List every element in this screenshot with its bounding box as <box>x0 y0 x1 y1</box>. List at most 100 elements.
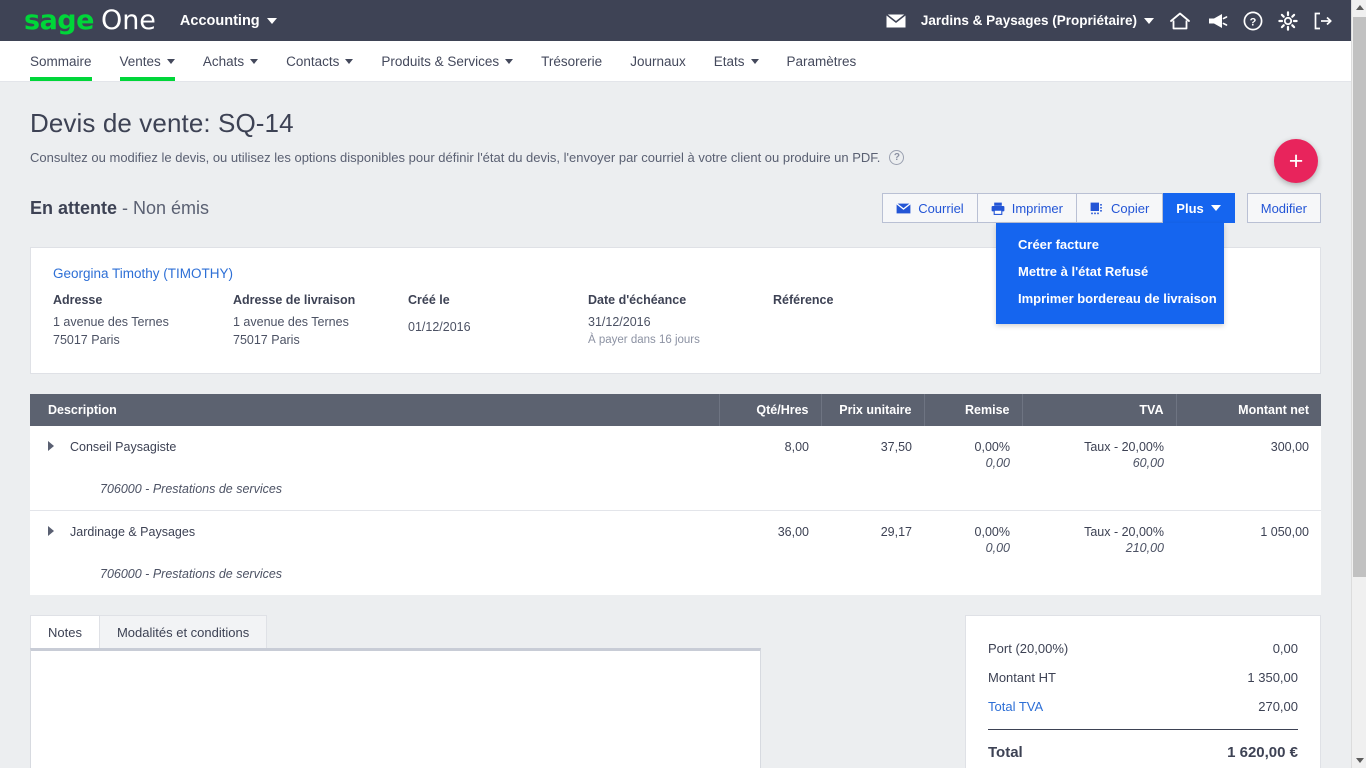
page-content: + Devis de vente: SQ-14 Consultez ou mod… <box>0 82 1351 768</box>
menu-item-create-invoice[interactable]: Créer facture <box>996 231 1224 258</box>
page-scrollbar[interactable] <box>1351 0 1366 768</box>
action-button-group: Courriel Imprimer <box>882 193 1321 223</box>
more-button[interactable]: Plus <box>1163 193 1234 223</box>
cell-ledger-account: 706000 - Prestations de services <box>30 472 1321 510</box>
delivery-address-label: Adresse de livraison <box>233 293 408 307</box>
printer-icon <box>991 202 1005 215</box>
created-date-value: 01/12/2016 <box>408 318 588 336</box>
nav-item-produits-services[interactable]: Produits & Services <box>367 41 527 81</box>
nav-item-0[interactable]: Sommaire <box>16 41 106 81</box>
app-switcher-dropdown[interactable]: Accounting <box>180 13 277 29</box>
help-circle-icon[interactable]: ? <box>1243 11 1263 31</box>
nav-label: Contacts <box>286 54 339 69</box>
address-line-2: 75017 Paris <box>53 331 233 349</box>
app-switcher-label: Accounting <box>180 13 260 29</box>
add-new-button[interactable]: + <box>1274 139 1318 183</box>
megaphone-icon[interactable] <box>1206 12 1228 30</box>
column-header-description: Description <box>30 394 719 426</box>
button-spacer <box>1235 193 1247 223</box>
reference-label: Référence <box>773 293 953 307</box>
due-date-note: À payer dans 16 jours <box>588 334 773 346</box>
expand-row-icon[interactable] <box>48 526 54 536</box>
nav-item-achats[interactable]: Achats <box>189 41 272 81</box>
organisation-switcher[interactable]: Jardins & Paysages (Propriétaire) <box>921 13 1154 28</box>
logout-icon[interactable] <box>1313 12 1333 30</box>
column-header-net-amount: Montant net <box>1176 394 1321 426</box>
scroll-down-button[interactable] <box>1352 753 1366 768</box>
nav-item-etats[interactable]: Etats <box>700 41 773 81</box>
cell-qty: 36,00 <box>719 511 821 541</box>
edit-button[interactable]: Modifier <box>1247 193 1321 223</box>
delivery-address-column: Adresse de livraison 1 avenue des Ternes… <box>233 293 408 349</box>
nav-item-contacts[interactable]: Contacts <box>272 41 367 81</box>
nav-item-ventes[interactable]: Ventes <box>106 41 189 81</box>
print-button[interactable]: Imprimer <box>978 193 1077 223</box>
edit-button-label: Modifier <box>1261 201 1307 216</box>
scrollbar-thumb[interactable] <box>1353 17 1366 577</box>
totals-panel: Port (20,00%) 0,00 Montant HT 1 350,00 T… <box>965 615 1321 768</box>
document-status: En attente - Non émis <box>30 198 209 219</box>
created-date-label: Créé le <box>408 293 588 307</box>
more-button-label: Plus <box>1176 201 1203 216</box>
cell-ledger-account: 706000 - Prestations de services <box>30 557 1321 595</box>
nav-item-journaux[interactable]: Journaux <box>616 41 700 81</box>
grand-total-value: 1 620,00 € <box>1227 744 1298 761</box>
nav-label: Journaux <box>630 54 686 69</box>
page-title: Devis de vente: SQ-14 <box>30 108 1321 139</box>
table-row-secondary: 0,00 60,00 <box>30 456 1321 472</box>
tab-label: Modalités et conditions <box>117 625 249 640</box>
copy-button[interactable]: Copier <box>1077 193 1163 223</box>
top-header-right-group: Jardins & Paysages (Propriétaire) ? <box>871 11 1333 31</box>
totals-value: 270,00 <box>1258 699 1298 714</box>
expand-row-icon[interactable] <box>48 441 54 451</box>
nav-item-parametres[interactable]: Paramètres <box>773 41 871 81</box>
more-dropdown-menu: Créer facture Mettre à l'état Refusé Imp… <box>996 223 1224 324</box>
notes-textarea[interactable] <box>30 648 761 768</box>
totals-label-link[interactable]: Total TVA <box>988 699 1043 714</box>
totals-value: 1 350,00 <box>1247 670 1298 685</box>
column-header-unit-price: Prix unitaire <box>821 394 924 426</box>
organisation-name-label: Jardins & Paysages (Propriétaire) <box>921 13 1137 28</box>
gear-icon[interactable] <box>1278 11 1298 31</box>
nav-item-tresorerie[interactable]: Trésorerie <box>527 41 616 81</box>
cell-vat-amount: 210,00 <box>1022 541 1176 557</box>
line-description: Jardinage & Paysages <box>70 525 195 539</box>
address-label: Adresse <box>53 293 233 307</box>
sage-one-logo[interactable]: sage One <box>24 5 156 36</box>
address-column: Adresse 1 avenue des Ternes 75017 Paris <box>53 293 233 349</box>
email-button[interactable]: Courriel <box>882 193 978 223</box>
top-header-bar: sage One Accounting Jardins & Paysages (… <box>0 0 1351 41</box>
totals-divider <box>988 729 1298 730</box>
cell-discount-amount: 0,00 <box>924 541 1022 557</box>
cell-net-amount: 1 050,00 <box>1176 511 1321 541</box>
cell-empty <box>30 456 719 472</box>
envelope-icon[interactable] <box>886 14 906 28</box>
status-issued: Non émis <box>133 198 209 218</box>
cell-description: Conseil Paysagiste <box>30 426 719 456</box>
table-header-row: Description Qté/Hres Prix unitaire Remis… <box>30 394 1321 426</box>
table-row[interactable]: Jardinage & Paysages 36,00 29,17 0,00% T… <box>30 511 1321 541</box>
menu-item-set-refused[interactable]: Mettre à l'état Refusé <box>996 258 1224 285</box>
line-items-table-wrapper: Description Qté/Hres Prix unitaire Remis… <box>30 394 1321 595</box>
due-date-label: Date d'échéance <box>588 293 773 307</box>
column-header-discount: Remise <box>924 394 1022 426</box>
cell-empty <box>719 541 821 557</box>
table-row[interactable]: Conseil Paysagiste 8,00 37,50 0,00% Taux… <box>30 426 1321 456</box>
tab-terms-conditions[interactable]: Modalités et conditions <box>99 615 267 648</box>
cell-vat-rate: Taux - 20,00% <box>1022 426 1176 456</box>
chevron-down-icon <box>267 18 277 24</box>
cell-net-amount: 300,00 <box>1176 426 1321 456</box>
help-circle-icon[interactable]: ? <box>889 150 904 165</box>
menu-item-print-delivery-note[interactable]: Imprimer bordereau de livraison <box>996 285 1224 312</box>
status-and-actions-row: En attente - Non émis Courriel <box>30 191 1321 225</box>
delivery-line-2: 75017 Paris <box>233 331 408 349</box>
tab-notes[interactable]: Notes <box>30 615 100 648</box>
table-row-account: 706000 - Prestations de services <box>30 472 1321 510</box>
scroll-up-button[interactable] <box>1352 0 1366 15</box>
home-icon[interactable] <box>1169 11 1191 31</box>
page-container: Devis de vente: SQ-14 Consultez ou modif… <box>0 108 1351 768</box>
column-header-vat: TVA <box>1022 394 1176 426</box>
cell-empty <box>719 456 821 472</box>
email-button-label: Courriel <box>918 201 964 216</box>
address-line-1: 1 avenue des Ternes <box>53 313 233 331</box>
